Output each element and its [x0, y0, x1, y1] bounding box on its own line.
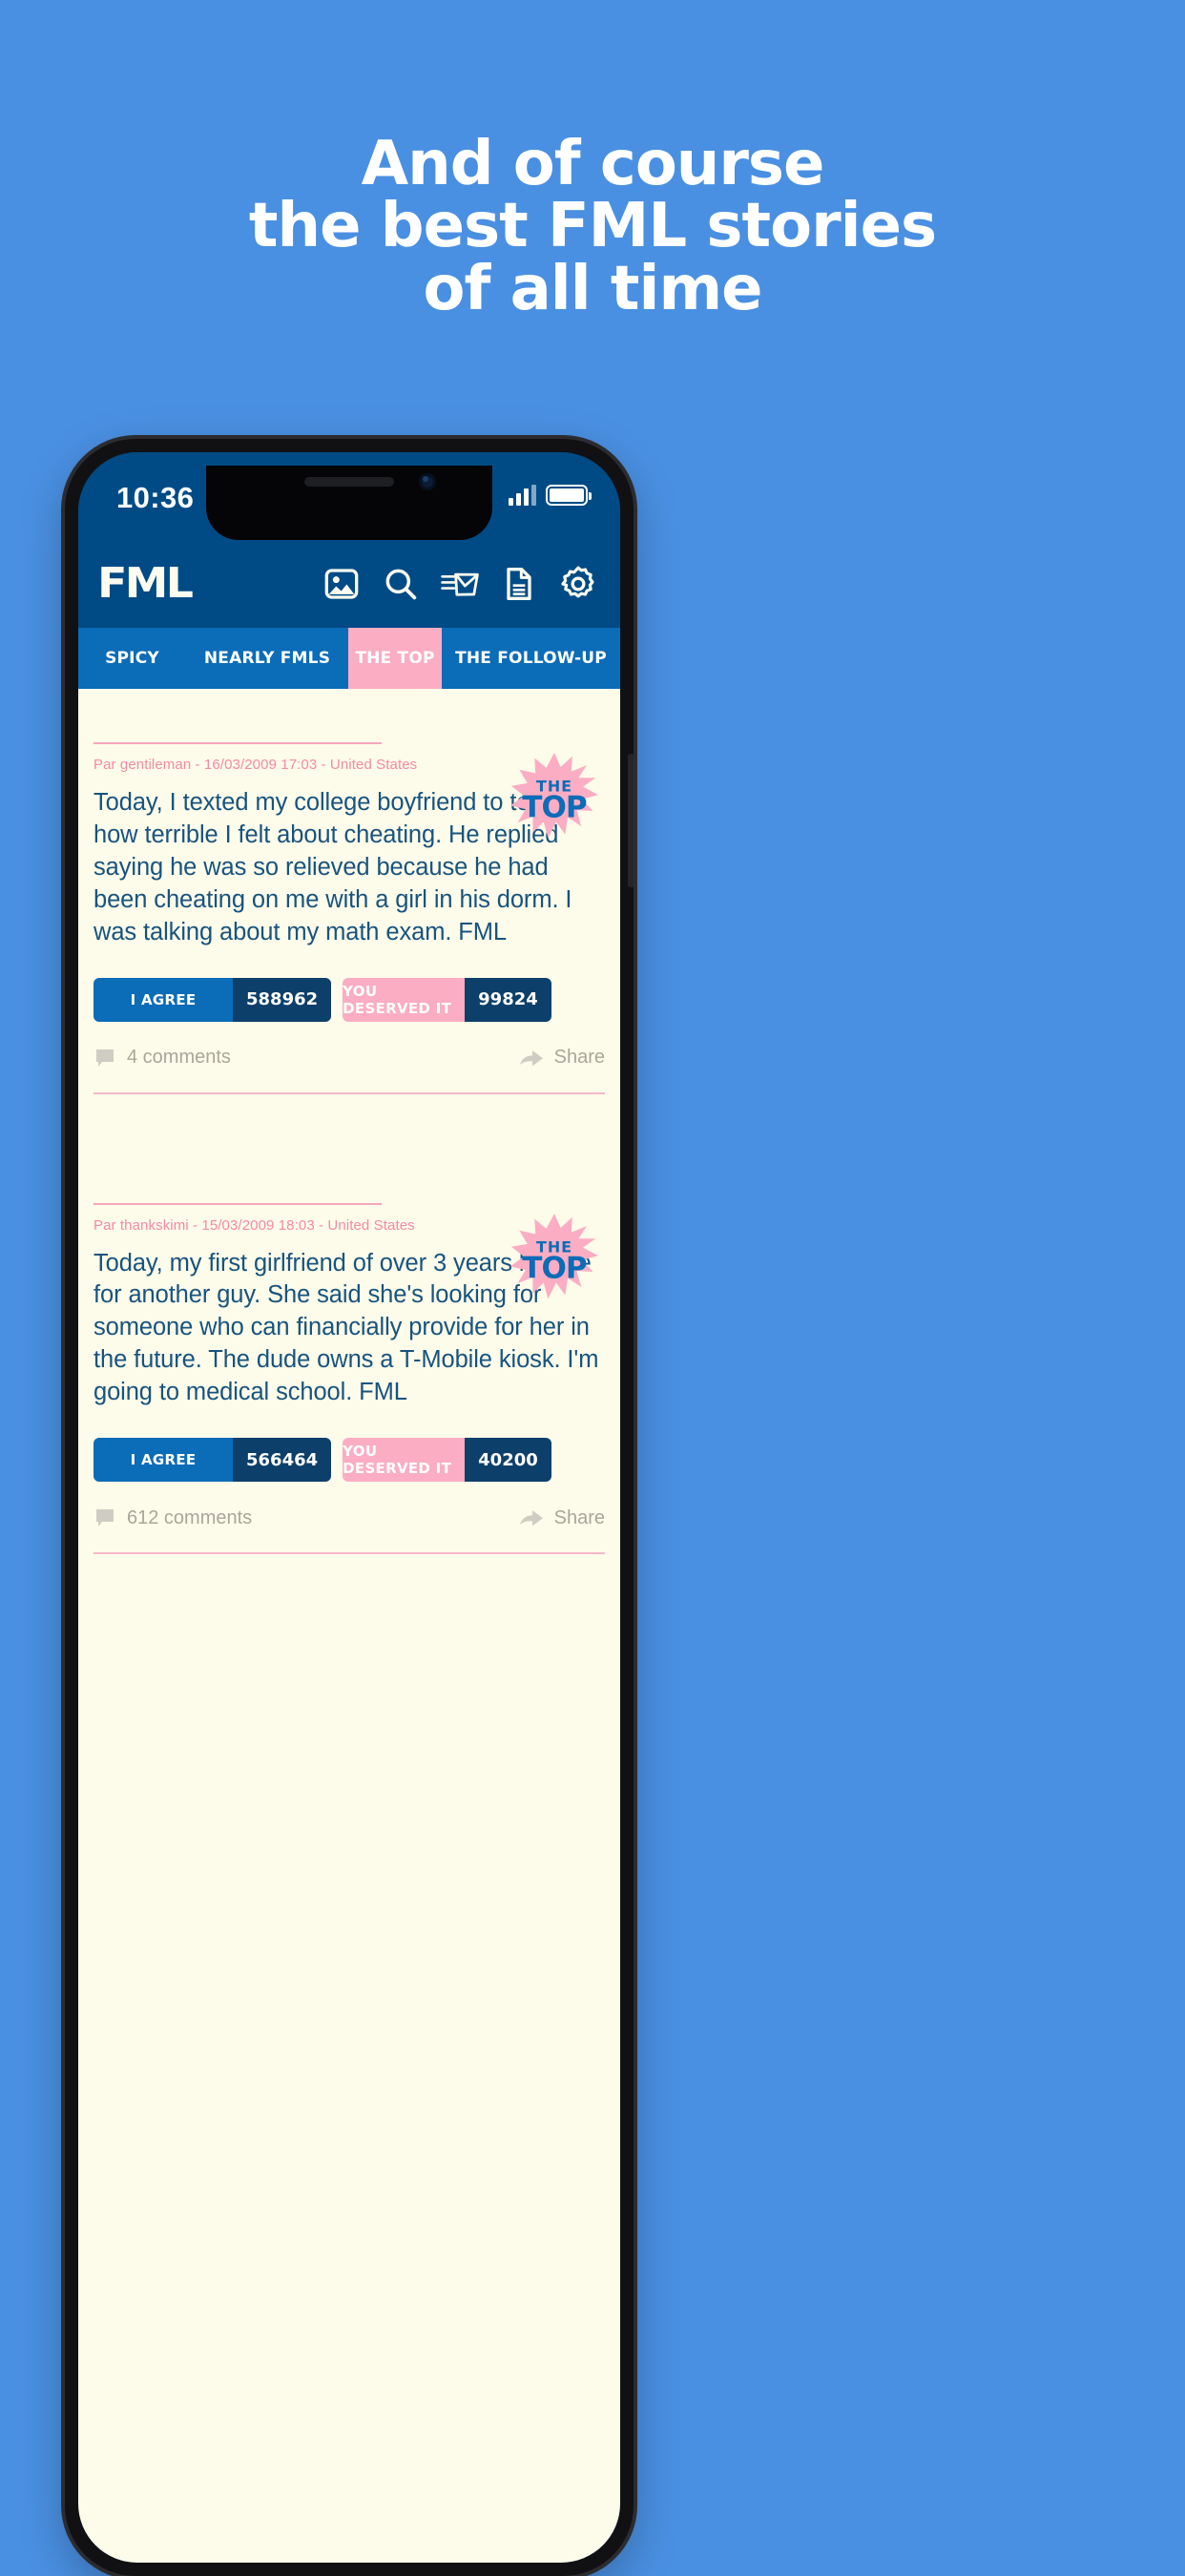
phone-screen: 10:36 FML SPICY NEARLY FMLS THE TOP THE …	[78, 452, 620, 2563]
fml-feed[interactable]: THE TOP Par gentileman - 16/03/2009 17:0…	[78, 689, 620, 2563]
share-button[interactable]: Share	[519, 1507, 605, 1529]
i-agree-button[interactable]: I AGREE 566464	[94, 1438, 332, 1483]
app-header-icons	[322, 565, 597, 603]
i-agree-count: 588962	[233, 977, 332, 1022]
share-label: Share	[553, 1506, 605, 1528]
tab-the-follow-up[interactable]: THE FOLLOW-UP	[442, 628, 620, 689]
cellular-signal-icon	[509, 485, 536, 506]
share-arrow-icon	[519, 1510, 543, 1527]
the-top-badge-icon: THE TOP	[509, 1213, 599, 1302]
promo-headline: And of course the best FML stories of al…	[0, 129, 1185, 324]
post-divider-bottom	[94, 1091, 605, 1094]
you-deserved-it-button[interactable]: YOU DESERVED IT 40200	[343, 1438, 551, 1483]
promo-line-2: the best FML stories	[248, 191, 937, 262]
status-bar-indicators	[509, 485, 592, 506]
tab-nearly-fmls[interactable]: NEARLY FMLS	[186, 628, 348, 689]
i-agree-label: I AGREE	[94, 977, 233, 1022]
mail-icon[interactable]	[441, 565, 479, 603]
svg-text:TOP: TOP	[522, 1251, 587, 1285]
you-deserved-it-label: YOU DESERVED IT	[343, 977, 466, 1022]
earpiece-speaker-icon	[304, 477, 394, 487]
battery-icon	[546, 485, 592, 506]
search-icon[interactable]	[382, 565, 420, 603]
you-deserved-it-button[interactable]: YOU DESERVED IT 99824	[343, 977, 551, 1022]
fml-logo[interactable]: FML	[97, 563, 194, 605]
front-camera-icon	[419, 473, 436, 490]
promo-line-1: And of course	[361, 129, 825, 199]
tab-the-top[interactable]: THE TOP	[348, 628, 442, 689]
post-divider-top	[94, 742, 382, 744]
vote-buttons: I AGREE 566464 YOU DESERVED IT 40200	[94, 1438, 605, 1483]
svg-text:TOP: TOP	[522, 791, 587, 825]
promo-line-3: of all time	[423, 253, 762, 324]
comment-bubble-icon	[96, 1509, 114, 1527]
phone-mockup: 10:36 FML SPICY NEARLY FMLS THE TOP THE …	[65, 439, 634, 2576]
post-divider-bottom	[94, 1552, 605, 1555]
comment-bubble-icon	[96, 1049, 114, 1067]
post-meta: 612 comments Share	[94, 1506, 605, 1529]
you-deserved-it-count: 40200	[465, 1438, 551, 1483]
fml-post: THE TOP Par thankskimi - 15/03/2009 18:0…	[78, 1202, 620, 1555]
tab-spicy[interactable]: SPICY	[78, 628, 186, 689]
comments-count-label: 612 comments	[127, 1506, 253, 1528]
gear-icon[interactable]	[559, 565, 597, 603]
you-deserved-it-label: YOU DESERVED IT	[343, 1438, 466, 1483]
comments-count-label: 4 comments	[127, 1047, 231, 1069]
share-label: Share	[553, 1047, 605, 1069]
vote-buttons: I AGREE 588962 YOU DESERVED IT 99824	[94, 977, 605, 1022]
comments-button[interactable]: 4 comments	[94, 1047, 231, 1070]
image-icon[interactable]	[322, 565, 361, 603]
the-top-badge-icon: THE TOP	[509, 752, 599, 841]
i-agree-button[interactable]: I AGREE 588962	[94, 977, 332, 1022]
you-deserved-it-count: 99824	[465, 977, 551, 1022]
post-spacer	[78, 1094, 620, 1150]
app-header: FML	[78, 540, 620, 628]
comments-button[interactable]: 612 comments	[94, 1506, 252, 1529]
power-button[interactable]	[628, 754, 634, 887]
share-button[interactable]: Share	[519, 1047, 605, 1069]
i-agree-label: I AGREE	[94, 1438, 233, 1483]
status-bar-time: 10:36	[116, 481, 195, 514]
share-arrow-icon	[519, 1049, 543, 1066]
post-meta: 4 comments Share	[94, 1047, 605, 1070]
tab-bar: SPICY NEARLY FMLS THE TOP THE FOLLOW-UP	[78, 628, 620, 689]
fml-post: THE TOP Par gentileman - 16/03/2009 17:0…	[78, 742, 620, 1094]
i-agree-count: 566464	[233, 1438, 332, 1483]
post-divider-top	[94, 1202, 382, 1205]
document-icon[interactable]	[500, 565, 538, 603]
